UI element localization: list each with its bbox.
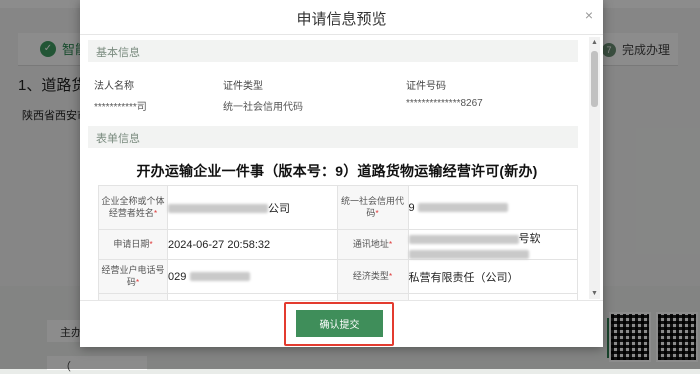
section-title: 表单信息: [96, 133, 140, 145]
section-form-info: 表单信息: [88, 126, 578, 148]
scroll-up-icon[interactable]: ▲: [591, 39, 598, 46]
close-icon[interactable]: ×: [585, 7, 593, 23]
apply-date-value: 2024-06-27 20:58:32: [167, 229, 338, 260]
form-title: 开办运输企业一件事（版本号：9）道路货物运输经营许可(新办): [136, 163, 538, 179]
redacted-text: [168, 204, 268, 214]
credit-code-label: 统一社会信用代码*: [336, 185, 409, 230]
id-number-value: **************8267: [406, 98, 483, 109]
confirm-submit-button[interactable]: 确认提交: [296, 310, 383, 337]
company-name-label: 企业全称或个体经营者姓名*: [98, 185, 168, 230]
scroll-thumb[interactable]: [591, 51, 598, 107]
redacted-text: [408, 235, 519, 245]
table-row: 企业全称或个体经营者姓名* 公司 统一社会信用代码* 9: [98, 185, 578, 230]
table-row: 申请日期* 2024-06-27 20:58:32 通讯地址* 号软: [98, 229, 578, 260]
economy-type-label: 经济类型*: [336, 259, 409, 294]
section-title: 基本信息: [96, 47, 140, 59]
dialog-title: 申请信息预览: [296, 11, 387, 28]
form-table: 企业全称或个体经营者姓名* 公司 统一社会信用代码* 9 申请日期* 2024-…: [98, 185, 578, 300]
phone-label: 经营业户电话号码*: [98, 259, 168, 294]
legal-name-label: 法人名称: [94, 81, 134, 92]
address-value: 号软: [407, 229, 578, 260]
section-basic-info: 基本信息: [88, 40, 578, 62]
id-number-label: 证件号码: [406, 81, 446, 92]
scroll-down-icon[interactable]: ▼: [591, 290, 598, 297]
apply-date-label: 申请日期*: [98, 229, 168, 260]
legal-name-value: ***********司: [94, 102, 147, 113]
id-type-label: 证件类型: [223, 81, 263, 92]
address-label: 通讯地址*: [336, 229, 409, 260]
dialog-header: 申请信息预览 ×: [80, 0, 603, 35]
company-name-value: 公司: [167, 185, 338, 230]
redacted-text: [417, 203, 508, 213]
vertical-scrollbar[interactable]: ▲ ▼: [589, 37, 600, 299]
phone-value: 029: [167, 259, 338, 294]
id-type-value: 统一社会信用代码: [223, 102, 303, 113]
dialog-body[interactable]: 基本信息 法人名称 ***********司 证件类型 统一社会信用代码 证件号…: [80, 35, 603, 300]
credit-code-value: 9: [407, 185, 578, 230]
table-row: 经营业户电话号码* 029 经济类型* 私营有限责任（公司）: [98, 259, 578, 294]
economy-type-value: 私营有限责任（公司）: [407, 259, 578, 294]
redacted-text: [190, 272, 251, 282]
preview-dialog: 申请信息预览 × 基本信息 法人名称 ***********司 证件类型 统一社…: [80, 0, 603, 347]
dialog-footer: 确认提交: [80, 300, 603, 348]
redacted-text: [408, 249, 529, 259]
